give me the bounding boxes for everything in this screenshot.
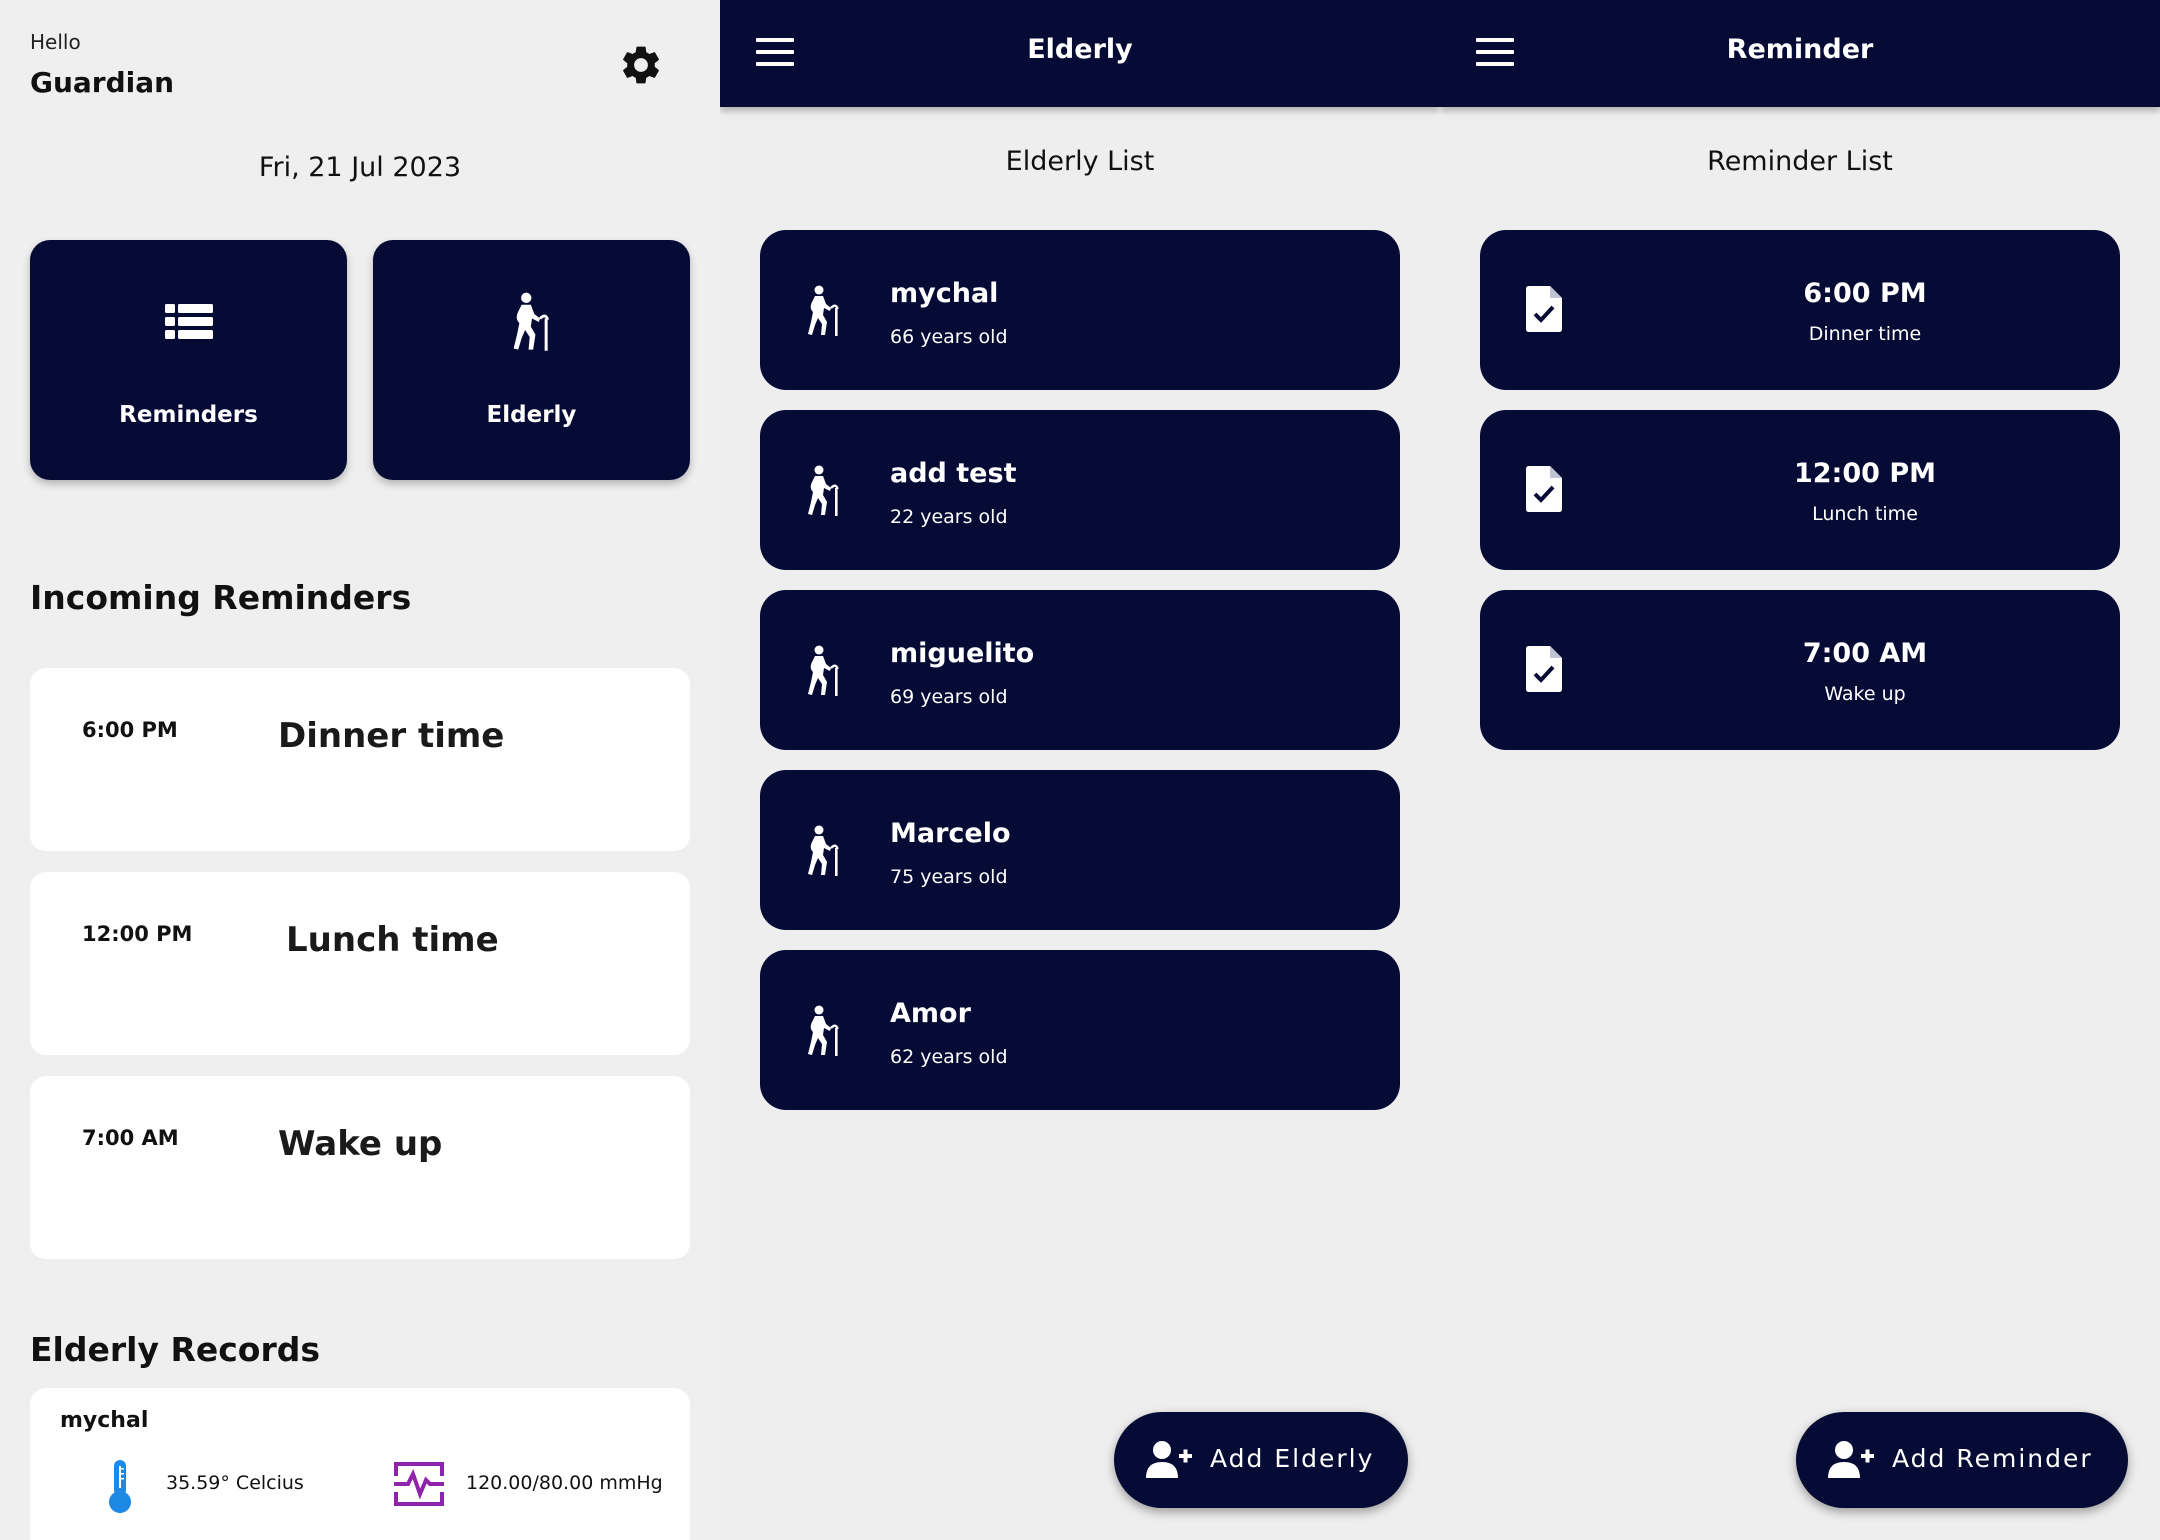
app-bar-title: Elderly (1027, 34, 1133, 65)
reminder-name: Dinner time (278, 716, 505, 756)
elderly-list-item[interactable]: miguelito 69 years old (760, 590, 1400, 750)
elderly-walker-icon (804, 285, 844, 337)
reminder-name: Wake up (278, 1124, 443, 1164)
reminder-time: 7:00 AM (82, 1126, 179, 1150)
current-date: Fri, 21 Jul 2023 (258, 152, 462, 183)
list-icon (164, 304, 213, 339)
elderly-name: miguelito (890, 638, 1035, 669)
elderly-name: Marcelo (890, 818, 1011, 849)
elderly-walker-icon (804, 825, 844, 877)
greeting-text: Hello (30, 30, 81, 54)
elderly-tile-label: Elderly (486, 402, 577, 428)
reminder-list-item[interactable]: 12:00 PM Lunch time (1480, 410, 2120, 570)
incoming-reminders-title: Incoming Reminders (30, 578, 412, 617)
reminders-tile-label: Reminders (119, 402, 258, 428)
elderly-list-item[interactable]: Amor 62 years old (760, 950, 1400, 1110)
home-screen: Hello Guardian Fri, 21 Jul 2023 Reminder… (0, 0, 720, 1540)
elderly-record-card[interactable]: mychal 35.59° Celcius 120.00/80.00 mmHg (30, 1388, 690, 1540)
elderly-age: 62 years old (890, 1046, 1008, 1068)
blood-pressure-icon (394, 1462, 444, 1506)
reminder-time: 6:00 PM (82, 718, 178, 742)
thermometer-icon (109, 1460, 131, 1513)
add-reminder-label: Add Reminder (1892, 1444, 2093, 1473)
add-reminder-button[interactable]: Add Reminder (1796, 1412, 2128, 1508)
elderly-age: 22 years old (890, 506, 1008, 528)
incoming-reminder-card[interactable]: 6:00 PM Dinner time (30, 668, 690, 851)
temperature-value: 35.59° Celcius (166, 1472, 304, 1494)
elderly-tile[interactable]: Elderly (373, 240, 690, 480)
add-user-icon (1146, 1440, 1192, 1480)
user-name: Guardian (30, 66, 175, 99)
reminder-list-item[interactable]: 6:00 PM Dinner time (1480, 230, 2120, 390)
reminder-name: Lunch time (286, 920, 499, 960)
elderly-name: add test (890, 458, 1017, 489)
elderly-age: 66 years old (890, 326, 1008, 348)
reminder-list-title: Reminder List (1707, 146, 1893, 177)
reminder-time: 6:00 PM (1803, 278, 1927, 309)
reminder-label: Lunch time (1812, 503, 1918, 525)
elderly-walker-icon (804, 465, 844, 517)
elderly-age: 75 years old (890, 866, 1008, 888)
add-user-icon (1828, 1440, 1874, 1480)
elderly-name: Amor (890, 998, 971, 1029)
elderly-name: mychal (890, 278, 999, 309)
blood-pressure-value: 120.00/80.00 mmHg (466, 1472, 663, 1494)
elderly-age: 69 years old (890, 686, 1008, 708)
elderly-list-item[interactable]: add test 22 years old (760, 410, 1400, 570)
incoming-reminder-card[interactable]: 12:00 PM Lunch time (30, 872, 690, 1055)
reminder-list-item[interactable]: 7:00 AM Wake up (1480, 590, 2120, 750)
reminder-label: Wake up (1824, 683, 1906, 705)
elderly-walker-icon (804, 645, 844, 697)
reminder-label: Dinner time (1808, 323, 1922, 345)
reminder-time: 12:00 PM (82, 922, 193, 946)
elderly-list-item[interactable]: mychal 66 years old (760, 230, 1400, 390)
document-check-icon (1526, 646, 1562, 692)
app-bar: Reminder (1440, 0, 2160, 107)
elderly-list-item[interactable]: Marcelo 75 years old (760, 770, 1400, 930)
elderly-screen: Elderly Elderly List mychal 66 years old… (720, 0, 1440, 1540)
add-elderly-button[interactable]: Add Elderly (1114, 1412, 1408, 1508)
reminder-time: 12:00 PM (1793, 458, 1936, 489)
document-check-icon (1526, 286, 1562, 332)
elderly-list-title: Elderly List (1005, 146, 1155, 177)
gear-icon[interactable] (618, 42, 664, 88)
incoming-reminder-card[interactable]: 7:00 AM Wake up (30, 1076, 690, 1259)
elderly-walker-icon (804, 1005, 844, 1057)
add-elderly-label: Add Elderly (1210, 1444, 1375, 1473)
elderly-walker-icon (509, 292, 555, 352)
app-bar: Elderly (720, 0, 1440, 107)
elderly-records-title: Elderly Records (30, 1330, 321, 1369)
reminders-tile[interactable]: Reminders (30, 240, 347, 480)
reminder-screen: Reminder Reminder List 6:00 PM Dinner ti… (1440, 0, 2160, 1540)
app-bar-title: Reminder (1726, 34, 1874, 65)
record-elderly-name: mychal (60, 1408, 149, 1433)
reminder-time: 7:00 AM (1802, 638, 1928, 669)
document-check-icon (1526, 466, 1562, 512)
